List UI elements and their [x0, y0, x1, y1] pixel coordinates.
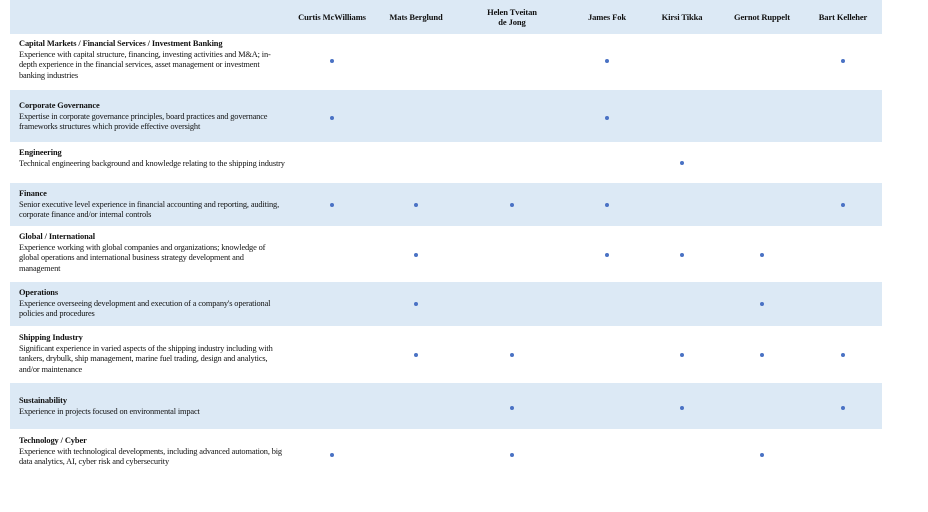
skill-row: Global / International Experience working…: [10, 226, 882, 282]
skill-title: Global / International: [19, 232, 95, 241]
skill-text: Operations Experience overseeing developm…: [19, 288, 287, 320]
skill-title: Sustainability: [19, 396, 67, 405]
skill-row: Technology / Cyber Experience with techno…: [10, 429, 882, 481]
skill-title: Operations: [19, 288, 59, 297]
skill-title: Finance: [19, 189, 47, 198]
skill-description: Expertise in corporate governance princi…: [19, 111, 268, 132]
skill-text: Sustainability Experience in projects foc…: [19, 396, 287, 417]
director-header: Bart Kelleher: [818, 12, 868, 22]
skill-description: Significant experience in varied aspects…: [19, 343, 273, 374]
skill-text: Technology / Cyber Experience with techno…: [19, 436, 287, 468]
skill-description: Experience in projects focused on enviro…: [19, 406, 200, 416]
skill-marker-dot: [680, 406, 684, 410]
skill-text: Global / International Experience working…: [19, 232, 287, 274]
skill-text: Engineering Technical engineering backgro…: [19, 148, 287, 169]
director-header: Mats Berglund: [389, 12, 443, 22]
skill-marker-dot: [760, 302, 764, 306]
skill-marker-dot: [841, 353, 845, 357]
skill-description: Senior executive level experience in fin…: [19, 199, 280, 220]
skill-marker-dot: [605, 59, 609, 63]
skill-row: Operations Experience overseeing developm…: [10, 282, 882, 326]
skill-marker-dot: [414, 203, 418, 207]
skill-marker-dot: [330, 116, 334, 120]
skill-marker-dot: [414, 302, 418, 306]
skill-marker-dot: [760, 453, 764, 457]
skill-marker-dot: [414, 253, 418, 257]
skill-marker-dot: [510, 453, 514, 457]
skill-marker-dot: [605, 253, 609, 257]
skill-marker-dot: [760, 253, 764, 257]
skill-title: Shipping Industry: [19, 333, 83, 342]
director-header: Curtis McWilliams: [298, 12, 366, 22]
skill-row: Capital Markets / Financial Services / I…: [10, 34, 882, 90]
skill-description: Technical engineering background and kno…: [19, 158, 285, 168]
skill-row: Shipping Industry Significant experience …: [10, 326, 882, 383]
skill-text: Shipping Industry Significant experience …: [19, 333, 287, 375]
skill-marker-dot: [510, 406, 514, 410]
skill-row: Finance Senior executive level experience…: [10, 183, 882, 226]
skill-text: Finance Senior executive level experience…: [19, 189, 287, 221]
skill-marker-dot: [841, 406, 845, 410]
skill-title: Technology / Cyber: [19, 436, 87, 445]
skill-marker-dot: [841, 203, 845, 207]
skill-text: Corporate Governance Expertise in corpora…: [19, 101, 287, 133]
skill-marker-dot: [510, 203, 514, 207]
skill-row: Corporate Governance Expertise in corpora…: [10, 90, 882, 142]
skill-marker-dot: [605, 116, 609, 120]
skill-description: Experience overseeing development and ex…: [19, 298, 271, 319]
director-header: Kirsi Tikka: [661, 12, 703, 22]
skill-marker-dot: [680, 161, 684, 165]
skill-title: Corporate Governance: [19, 101, 100, 110]
skill-marker-dot: [680, 253, 684, 257]
skill-marker-dot: [841, 59, 845, 63]
skill-title: Engineering: [19, 148, 62, 157]
skill-row: Engineering Technical engineering backgro…: [10, 142, 882, 183]
director-header: Helen Tveitan de Jong: [487, 7, 537, 27]
skill-text: Capital Markets / Financial Services / I…: [19, 39, 287, 81]
skill-marker-dot: [510, 353, 514, 357]
skill-description: Experience with technological developmen…: [19, 446, 282, 467]
skill-description: Experience with capital structure, finan…: [19, 49, 271, 80]
director-header: Gernot Ruppelt: [734, 12, 790, 22]
skill-marker-dot: [414, 353, 418, 357]
skills-matrix: Curtis McWilliams Mats Berglund Helen Tvei…: [0, 0, 928, 512]
skill-marker-dot: [760, 353, 764, 357]
skill-title: Capital Markets / Financial Services / I…: [19, 39, 223, 48]
skill-marker-dot: [680, 353, 684, 357]
skill-description: Experience working with global companies…: [19, 242, 266, 273]
skill-marker-dot: [605, 203, 609, 207]
skill-marker-dot: [330, 453, 334, 457]
skill-marker-dot: [330, 59, 334, 63]
skill-row: Sustainability Experience in projects foc…: [10, 383, 882, 429]
skill-marker-dot: [330, 203, 334, 207]
director-header: James Fok: [587, 12, 627, 22]
